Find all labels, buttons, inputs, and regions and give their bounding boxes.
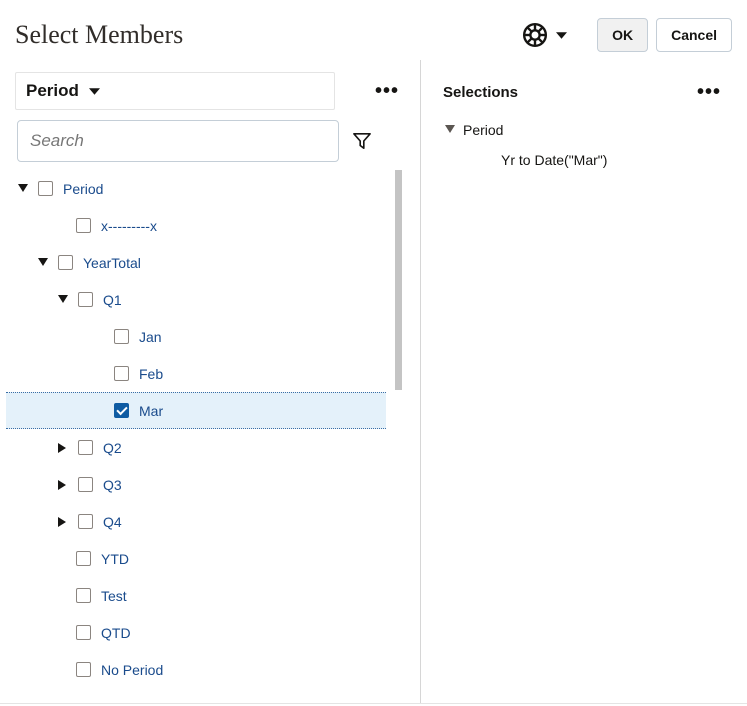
node-label: YearTotal bbox=[83, 255, 141, 271]
checkbox[interactable] bbox=[58, 255, 73, 270]
node-label: x---------x bbox=[101, 218, 157, 234]
help-icon bbox=[522, 22, 548, 48]
checkbox[interactable] bbox=[114, 366, 129, 381]
chevron-down-icon bbox=[556, 32, 567, 39]
tree-node-mar[interactable]: ▶ Mar bbox=[6, 392, 386, 429]
node-label: Mar bbox=[139, 403, 163, 419]
node-label: Q4 bbox=[103, 514, 122, 530]
expand-icon[interactable] bbox=[56, 480, 70, 490]
node-label: Test bbox=[101, 588, 127, 604]
checkbox[interactable] bbox=[76, 588, 91, 603]
tree-node[interactable]: ▶ YTD bbox=[6, 540, 420, 577]
dimension-label: Period bbox=[26, 81, 79, 101]
collapse-icon[interactable] bbox=[36, 258, 50, 268]
checkbox[interactable] bbox=[78, 440, 93, 455]
tree-node[interactable]: ▶ No Period bbox=[6, 651, 420, 688]
node-label: Feb bbox=[139, 366, 163, 382]
tree-node[interactable]: ▶ Feb bbox=[6, 355, 420, 392]
ok-button[interactable]: OK bbox=[597, 18, 648, 52]
node-label: YTD bbox=[101, 551, 129, 567]
search-input[interactable] bbox=[17, 120, 339, 162]
left-pane: Period ••• Period bbox=[0, 60, 420, 703]
selections-header: Selections ••• bbox=[421, 68, 747, 118]
selections-pane: Selections ••• Period Yr to Date("Mar") bbox=[420, 60, 747, 703]
checkbox[interactable] bbox=[78, 477, 93, 492]
selections-title: Selections bbox=[443, 84, 518, 101]
tree-node[interactable]: ▶ QTD bbox=[6, 614, 420, 651]
header-actions: OK Cancel bbox=[522, 18, 732, 52]
collapse-icon[interactable] bbox=[443, 125, 457, 135]
node-label: Q1 bbox=[103, 292, 122, 308]
left-more-actions[interactable]: ••• bbox=[369, 76, 405, 107]
tree-node-period[interactable]: Period bbox=[6, 170, 420, 207]
tree-node[interactable]: ▶ Test bbox=[6, 577, 420, 614]
checkbox[interactable] bbox=[78, 292, 93, 307]
checkbox[interactable] bbox=[38, 181, 53, 196]
search-row bbox=[0, 116, 420, 170]
tree-node-q1[interactable]: Q1 bbox=[6, 281, 420, 318]
selections-root-label: Period bbox=[463, 122, 503, 138]
checkbox[interactable] bbox=[76, 218, 91, 233]
collapse-icon[interactable] bbox=[56, 295, 70, 305]
tree-node[interactable]: ▶ x---------x bbox=[6, 207, 420, 244]
chevron-down-icon bbox=[89, 88, 100, 95]
tree-node-yeartotal[interactable]: YearTotal bbox=[6, 244, 420, 281]
help-menu[interactable] bbox=[522, 22, 567, 48]
dialog-body: Period ••• Period bbox=[0, 60, 747, 704]
collapse-icon[interactable] bbox=[16, 184, 30, 194]
selections-root[interactable]: Period bbox=[421, 118, 747, 146]
tree-node-q3[interactable]: Q3 bbox=[6, 466, 420, 503]
selection-item[interactable]: Yr to Date("Mar") bbox=[421, 146, 747, 168]
checkbox[interactable] bbox=[114, 329, 129, 344]
checkbox-checked[interactable] bbox=[114, 403, 129, 418]
node-label: QTD bbox=[101, 625, 131, 641]
cancel-button[interactable]: Cancel bbox=[656, 18, 732, 52]
expand-icon[interactable] bbox=[56, 443, 70, 453]
node-label: Q3 bbox=[103, 477, 122, 493]
node-label: Jan bbox=[139, 329, 162, 345]
tree-node-q2[interactable]: Q2 bbox=[6, 429, 420, 466]
node-label: Q2 bbox=[103, 440, 122, 456]
expand-icon[interactable] bbox=[56, 517, 70, 527]
checkbox[interactable] bbox=[76, 551, 91, 566]
member-tree[interactable]: Period ▶ x---------x YearTotal bbox=[6, 170, 420, 705]
dimension-row: Period ••• bbox=[0, 68, 420, 116]
tree-node-q4[interactable]: Q4 bbox=[6, 503, 420, 540]
tree-node[interactable]: ▶ Jan bbox=[6, 318, 420, 355]
scrollbar[interactable] bbox=[395, 170, 402, 390]
node-label: Period bbox=[63, 181, 103, 197]
filter-icon[interactable] bbox=[353, 132, 371, 150]
dialog-title: Select Members bbox=[15, 20, 183, 50]
checkbox[interactable] bbox=[78, 514, 93, 529]
node-label: No Period bbox=[101, 662, 163, 678]
dimension-selector[interactable]: Period bbox=[15, 72, 335, 110]
dialog-header: Select Members OK bbox=[0, 0, 747, 60]
checkbox[interactable] bbox=[76, 625, 91, 640]
checkbox[interactable] bbox=[76, 662, 91, 677]
selections-more-actions[interactable]: ••• bbox=[691, 77, 727, 108]
